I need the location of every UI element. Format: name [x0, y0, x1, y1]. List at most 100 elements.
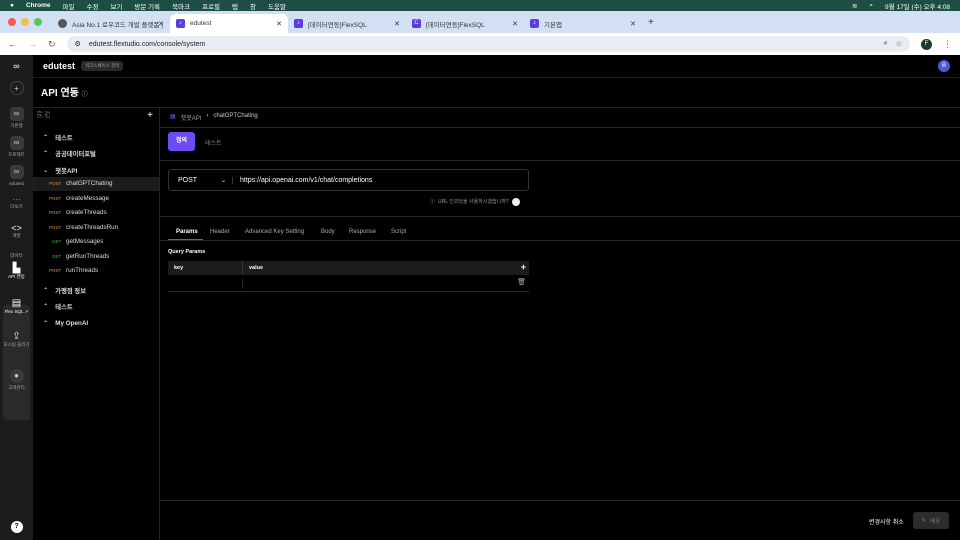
- group-label: 가맹점 정보: [55, 287, 86, 295]
- menu-window[interactable]: 창: [250, 1, 256, 11]
- tab-header[interactable]: Header: [210, 229, 230, 235]
- discard-changes-button[interactable]: 변경사항 취소: [869, 517, 904, 526]
- back-icon[interactable]: ←: [8, 39, 17, 49]
- rail-item-edutest[interactable]: ∞ edutest: [0, 165, 33, 186]
- add-api-button[interactable]: +: [147, 110, 153, 121]
- browser-tab[interactable]: C [데이터연동]FlexSQL ✕: [406, 14, 524, 33]
- tree-item[interactable]: GET getMessages: [33, 235, 159, 249]
- browser-tab[interactable]: Asia No.1 로우코드 개발 플랫폼 | ✕: [52, 14, 170, 33]
- app-icon: C: [412, 19, 421, 28]
- tree-item[interactable]: POST createMessage: [33, 191, 159, 205]
- site-settings-icon[interactable]: ⚙: [75, 40, 81, 48]
- app-rail: ∞ + ∞ 기본앱 ∞ 프로젝트 ∞ edutest ··· 더보기 <> 개발 데이터 …: [0, 55, 33, 540]
- tree-group[interactable]: ⌃ 테스트: [33, 130, 159, 144]
- workspace-manage-button[interactable]: 워크스페이스 관리: [81, 61, 124, 71]
- close-icon[interactable]: ✕: [276, 20, 282, 28]
- menu-file[interactable]: 파일: [63, 1, 75, 11]
- edit-icon: ✎: [921, 517, 927, 524]
- tab-script[interactable]: Script: [391, 229, 406, 235]
- tree-group[interactable]: ⌃ My OpenAI: [33, 316, 159, 330]
- help-button[interactable]: ?: [0, 521, 33, 533]
- tab-response[interactable]: Response: [349, 229, 376, 235]
- tree-item[interactable]: POST runThreads: [33, 264, 159, 278]
- url-encode-toggle-row: ⓘ URL 인코딩을 사용하시겠습니까?: [430, 198, 526, 206]
- breadcrumb-current: chatGPTChating: [213, 113, 258, 119]
- tab-params[interactable]: Params: [176, 229, 198, 235]
- group-label: 공공데이터포털: [55, 151, 96, 158]
- profile-avatar[interactable]: F: [921, 38, 932, 50]
- folder-icons[interactable]: ⎘ ⎗: [37, 112, 50, 120]
- param-key-input[interactable]: [168, 278, 242, 289]
- apple-icon[interactable]: ●: [10, 2, 14, 9]
- menu-app[interactable]: Chrome: [26, 2, 51, 9]
- rail-item-more[interactable]: ··· 더보기: [0, 195, 33, 210]
- tab-title: [데이터연동]FlexSQL: [308, 21, 367, 29]
- globe-icon: [58, 19, 67, 28]
- menu-view[interactable]: 보기: [110, 1, 122, 11]
- endpoint-input[interactable]: https://api.openai.com/v1/chat/completio…: [233, 177, 372, 184]
- search-icon[interactable]: ⌕: [869, 2, 873, 10]
- rail-item-project[interactable]: ∞ 프로젝트: [0, 136, 33, 158]
- tree-group[interactable]: ⌄ 챗봇API: [33, 163, 159, 177]
- rail-item-customer[interactable]: ● 고객관리: [0, 369, 33, 391]
- tree-group[interactable]: ⌃ 가맹점 정보: [33, 283, 159, 297]
- url-encode-toggle[interactable]: [511, 198, 526, 206]
- new-tab-button[interactable]: +: [648, 17, 654, 28]
- rail-item-develop[interactable]: <> 개발: [0, 223, 33, 239]
- url-text[interactable]: edutest.flextudio.com/console/system: [89, 41, 205, 48]
- workspace-header: edutest 워크스페이스 관리 B: [33, 55, 960, 78]
- menu-profile[interactable]: 프로필: [202, 1, 220, 11]
- macos-menubar: ● Chrome 파일 수정 보기 방문 기록 북마크 프로필 탭 창 도움말 …: [0, 0, 960, 11]
- database-icon: ▤: [11, 298, 22, 309]
- tab-definition[interactable]: 정의: [168, 132, 195, 151]
- close-icon[interactable]: ✕: [394, 20, 400, 28]
- tree-item[interactable]: POST createThreadsRun: [33, 220, 159, 234]
- star-icon[interactable]: ☆: [896, 40, 902, 48]
- browser-tab-active[interactable]: ♪ edutest ✕: [170, 14, 288, 33]
- tree-group[interactable]: ⌃ 테스트: [33, 300, 159, 314]
- tree-group[interactable]: ⌃ 공공데이터포털: [33, 147, 159, 161]
- menu-edit[interactable]: 수정: [86, 1, 98, 11]
- wifi-icon[interactable]: ≋: [852, 2, 857, 10]
- close-icon[interactable]: ✕: [158, 20, 164, 28]
- add-app-button[interactable]: +: [0, 81, 33, 97]
- close-icon[interactable]: ✕: [512, 20, 518, 28]
- breadcrumb-folder[interactable]: 챗봇API: [181, 113, 202, 122]
- api-name: createThreads: [66, 209, 107, 216]
- tree-item[interactable]: POST createThreads: [33, 206, 159, 220]
- method-select[interactable]: POST ⌄: [169, 176, 233, 184]
- menu-history[interactable]: 방문 기록: [134, 1, 160, 11]
- browser-tab[interactable]: ♪ [데이터연동]FlexSQL ✕: [288, 14, 406, 33]
- tab-body[interactable]: Body: [321, 229, 335, 235]
- zoom-icon[interactable]: ⌕: [884, 40, 888, 48]
- param-value-input[interactable]: [248, 278, 508, 289]
- url-field[interactable]: ⚙ edutest.flextudio.com/console/system ⌕ ☆: [66, 36, 910, 52]
- user-avatar[interactable]: B: [938, 60, 950, 72]
- method-badge: GET: [52, 253, 62, 259]
- api-name: runThreads: [66, 267, 99, 274]
- tab-test[interactable]: 테스트: [205, 138, 222, 147]
- tree-item[interactable]: POST chatGPTChating: [33, 176, 159, 191]
- menu-icon[interactable]: ⋮: [943, 39, 952, 50]
- add-param-button[interactable]: +: [521, 262, 526, 272]
- chevron-up-icon: ⌃: [43, 303, 49, 310]
- deploy-button[interactable]: ✎ 배포: [913, 512, 949, 529]
- tree-item[interactable]: GET getRunThreads: [33, 249, 159, 263]
- tab-advanced-key[interactable]: Advanced Key Setting: [245, 229, 304, 235]
- rail-item-hosting[interactable]: ⇪ 호스팅 올리기: [0, 331, 33, 348]
- browser-tab[interactable]: ♪ 기본앱 ✕: [524, 14, 642, 33]
- clock[interactable]: 9월 17일 (수) 오후 4:08: [885, 1, 950, 11]
- params-row: 🗑: [168, 276, 529, 292]
- rail-item-flexsql[interactable]: ▤ Flex SQL ↗: [0, 298, 33, 315]
- menu-tab[interactable]: 탭: [232, 1, 238, 11]
- close-icon[interactable]: ✕: [630, 20, 636, 28]
- menu-help[interactable]: 도움말: [268, 1, 286, 11]
- forward-icon[interactable]: →: [28, 39, 37, 49]
- trash-icon[interactable]: 🗑: [517, 278, 526, 286]
- chevron-down-icon: ⌄: [220, 177, 226, 184]
- rail-item-api[interactable]: ▙ API 연동: [0, 263, 33, 280]
- api-name: chatGPTChating: [66, 180, 113, 187]
- reload-icon[interactable]: ↻: [48, 39, 56, 50]
- menu-bookmarks[interactable]: 북마크: [172, 1, 190, 11]
- rail-item-basic-app[interactable]: ∞ 기본앱: [0, 107, 33, 129]
